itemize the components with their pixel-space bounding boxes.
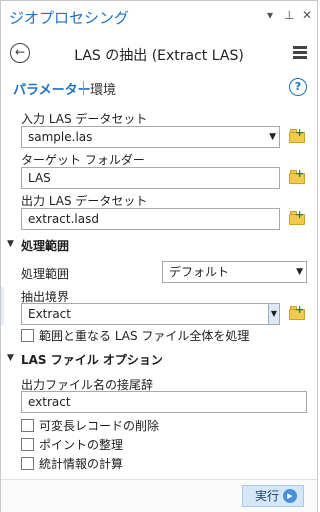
rearrange-points-label: ポイントの整理 xyxy=(39,438,124,452)
close-icon[interactable]: ✕ xyxy=(302,8,312,22)
remove-vlr-label: 可変長レコードの削除 xyxy=(39,419,160,433)
suffix-input[interactable]: extract xyxy=(21,391,307,413)
pin-icon[interactable]: ⊥ xyxy=(284,8,294,22)
browse-folder-icon[interactable]: + xyxy=(289,167,305,184)
browse-folder-icon[interactable]: + xyxy=(289,126,305,143)
chevron-down-icon: ▼ xyxy=(7,353,14,363)
target-folder-value: LAS xyxy=(28,171,51,185)
las-options-section[interactable]: ▼ LAS ファイル オプション xyxy=(1,351,317,371)
menu-icon[interactable] xyxy=(293,46,307,59)
geoprocessing-pane: ジオプロセシング ▾ ⊥ ✕ ← LAS の抽出 (Extract LAS) パ… xyxy=(0,0,318,512)
boundary-value: Extract xyxy=(28,307,71,321)
run-button-label: 実行 xyxy=(255,489,280,503)
output-las-input[interactable]: extract.lasd xyxy=(21,208,280,230)
chevron-down-icon: ▼ xyxy=(268,304,279,324)
output-las-label: 出力 LAS データセット xyxy=(21,194,148,208)
rearrange-points-checkbox[interactable] xyxy=(21,438,34,451)
remove-vlr-checkbox[interactable] xyxy=(21,419,34,432)
compute-stats-label: 統計情報の計算 xyxy=(39,457,124,471)
input-las-label: 入力 LAS データセット xyxy=(21,112,148,126)
target-folder-label: ターゲット フォルダー xyxy=(21,153,145,167)
las-options-header: LAS ファイル オプション xyxy=(21,353,163,367)
pane-footer: 実行 ▶ xyxy=(1,479,317,512)
tab-bar: パラメーター 環境 ? xyxy=(1,78,317,101)
extent-label: 処理範囲 xyxy=(21,267,70,281)
play-icon: ▶ xyxy=(283,489,297,503)
chevron-down-icon: ▼ xyxy=(296,267,303,277)
tab-parameters[interactable]: パラメーター xyxy=(13,79,91,98)
overlap-checkbox[interactable] xyxy=(21,329,34,342)
tool-title: LAS の抽出 (Extract LAS) xyxy=(74,48,244,64)
tool-header: ← LAS の抽出 (Extract LAS) xyxy=(1,37,317,71)
extent-dropdown[interactable]: デフォルト ▼ xyxy=(162,261,307,283)
overlap-checkbox-label: 範囲と重なる LAS ファイル全体を処理 xyxy=(39,329,250,343)
help-icon[interactable]: ? xyxy=(289,78,307,96)
browse-folder-icon[interactable]: + xyxy=(289,303,305,320)
suffix-value: extract xyxy=(28,395,71,409)
chevron-down-icon: ▼ xyxy=(7,239,14,249)
tab-environments[interactable]: 環境 xyxy=(90,79,116,98)
pane-title: ジオプロセシング xyxy=(9,9,130,27)
target-folder-input[interactable]: LAS xyxy=(21,167,280,189)
compute-stats-checkbox[interactable] xyxy=(21,457,34,470)
input-las-value: sample.las xyxy=(28,130,93,144)
pane-dropdown-icon[interactable]: ▾ xyxy=(267,8,273,22)
processing-extent-section[interactable]: ▼ 処理範囲 xyxy=(1,237,317,257)
boundary-dropdown[interactable]: Extract ▼ xyxy=(21,303,280,325)
pane-titlebar: ジオプロセシング ▾ ⊥ ✕ xyxy=(1,1,317,31)
tab-divider xyxy=(83,81,84,95)
run-button[interactable]: 実行 ▶ xyxy=(242,485,304,507)
chevron-down-icon: ▼ xyxy=(269,132,276,142)
browse-folder-icon[interactable]: + xyxy=(289,208,305,225)
active-row-indicator xyxy=(1,287,4,325)
extent-value: デフォルト xyxy=(169,265,230,279)
input-las-dropdown[interactable]: sample.las ▼ xyxy=(21,126,280,148)
output-las-value: extract.lasd xyxy=(28,212,99,226)
processing-extent-header: 処理範囲 xyxy=(21,239,70,253)
